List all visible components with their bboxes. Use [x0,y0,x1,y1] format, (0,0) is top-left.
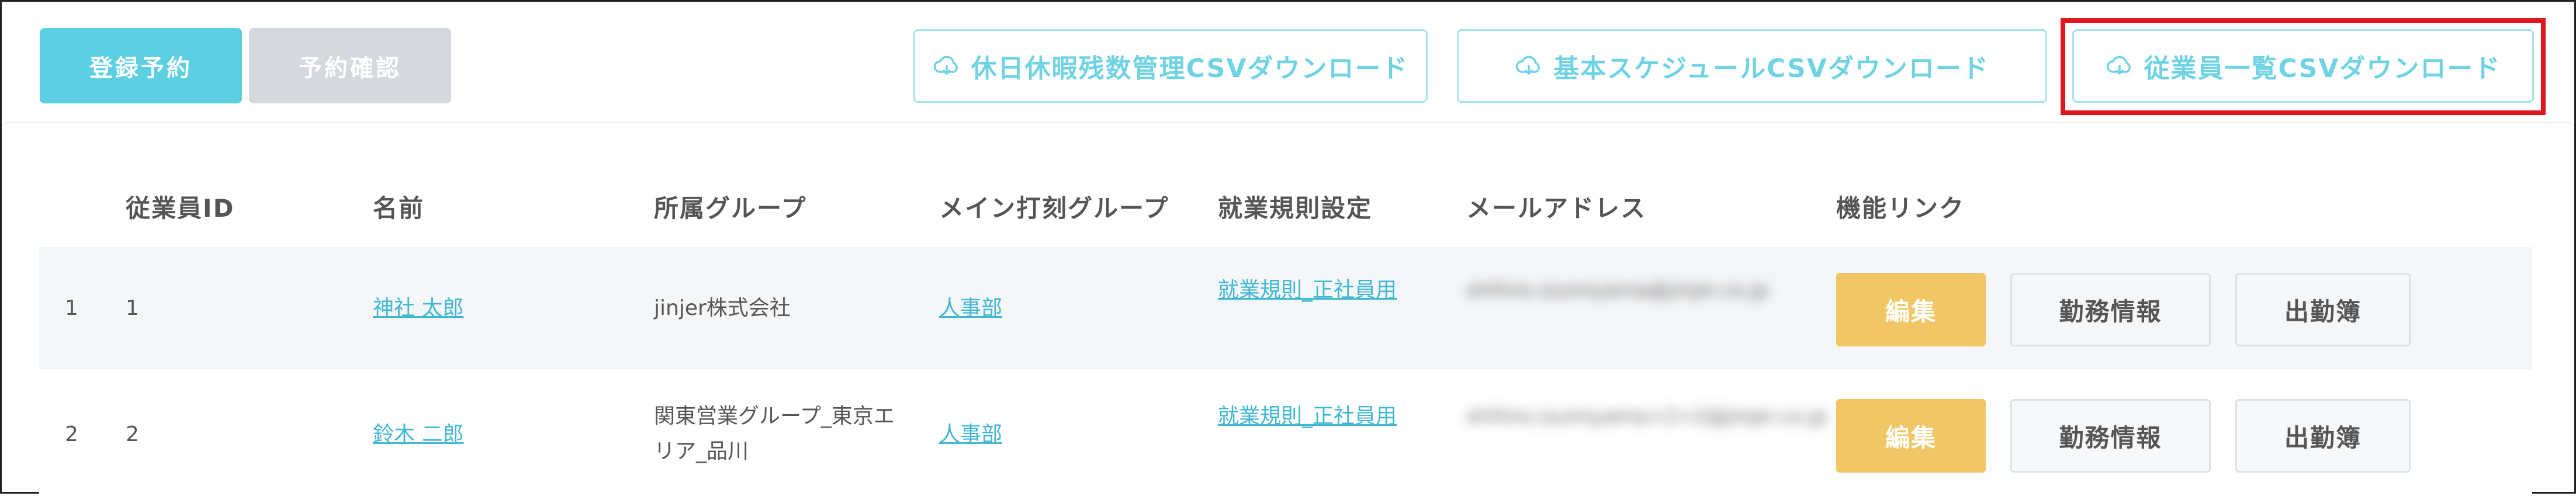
column-header-employee-id: 従業員ID [126,194,235,223]
employee-list-page: 登録予約 予約確認 休日休暇残数管理CSVダウンロード 基本スケジュールCSVダ… [0,0,2576,496]
group-name: 関東営業グループ_東京エリア_品川 [654,404,895,463]
column-header-work-rule: 就業規則設定 [1218,194,1373,223]
holiday-balance-csv-download-button[interactable]: 休日休暇残数管理CSVダウンロード [913,29,1428,103]
attendance-book-button[interactable]: 出勤簿 [2235,399,2411,473]
attendance-book-button[interactable]: 出勤簿 [2235,273,2411,346]
email-address: shihiro.izumiyama+2+2@jinjer.co.jp [1466,405,1827,428]
duty-info-button[interactable]: 勤務情報 [2010,399,2211,473]
cloud-download-icon [1515,54,1543,78]
column-header-name: 名前 [373,194,425,223]
highlight-box [2061,18,2546,115]
table-row: 1 1 神社 太郎 jinjer株式会社 人事部 就業規則_正社員用 shihi… [39,247,2532,370]
basic-schedule-csv-download-button[interactable]: 基本スケジュールCSVダウンロード [1457,29,2047,103]
toolbar: 登録予約 予約確認 休日休暇残数管理CSVダウンロード 基本スケジュールCSVダ… [4,4,2572,123]
work-rule-link[interactable]: 就業規則_正社員用 [1218,273,1411,308]
stamp-group-link[interactable]: 人事部 [939,417,1002,452]
cloud-download-icon [933,54,961,78]
reservation-confirm-button[interactable]: 予約確認 [249,28,451,103]
csv-button-label: 休日休暇残数管理CSVダウンロード [971,54,1409,84]
column-header-email: メールアドレス [1466,194,1647,223]
edit-button[interactable]: 編集 [1836,399,1986,473]
column-header-stamp-group: メイン打刻グループ [939,194,1169,223]
employee-id: 2 [126,422,139,446]
csv-button-label: 基本スケジュールCSVダウンロード [1553,54,1989,84]
stamp-group-link[interactable]: 人事部 [939,291,1002,326]
edit-button[interactable]: 編集 [1836,273,1986,346]
employee-id: 1 [126,296,139,320]
work-rule-link[interactable]: 就業規則_正社員用 [1218,399,1411,434]
email-address: shihiro.izumiyama@jinjer.co.jp [1466,279,1769,302]
row-index: 2 [65,422,78,446]
column-header-function-links: 機能リンク [1836,194,1965,223]
row-index: 1 [65,296,78,320]
register-reservation-button[interactable]: 登録予約 [40,28,242,103]
column-header-group: 所属グループ [654,194,807,223]
employee-name-link[interactable]: 鈴木 二郎 [373,417,463,452]
table-header: 従業員ID 名前 所属グループ メイン打刻グループ 就業規則設定 メールアドレス… [39,177,2529,230]
employee-name-link[interactable]: 神社 太郎 [373,291,463,326]
table-row: 2 2 鈴木 二郎 関東営業グループ_東京エリア_品川 人事部 就業規則_正社員… [39,373,2532,496]
group-name: jinjer株式会社 [654,296,791,320]
duty-info-button[interactable]: 勤務情報 [2010,273,2211,346]
